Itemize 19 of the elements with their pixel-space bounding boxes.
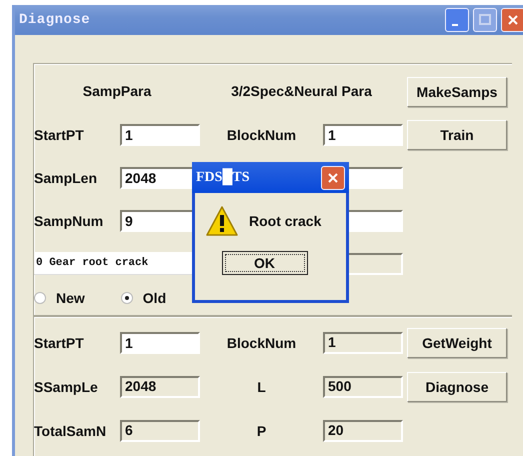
- field-label: SampLen: [34, 170, 98, 186]
- section-heading: SampPara: [82, 82, 152, 98]
- field-label: L: [257, 379, 266, 395]
- readonly-field: 6: [120, 420, 200, 442]
- section-heading: 3/2Spec&Neural Para: [231, 82, 372, 98]
- field-label: SampNum: [34, 212, 104, 228]
- readonly-field: 2048: [120, 376, 200, 398]
- readonly-field: 500: [323, 376, 403, 398]
- readonly-field: 1: [323, 332, 403, 354]
- field-label: BlockNum: [226, 335, 296, 351]
- message-text: Root crack: [249, 213, 322, 229]
- field-label: StartPT: [34, 126, 84, 142]
- field-label: StartPT: [34, 335, 84, 351]
- window-title: Diagnose: [19, 12, 92, 28]
- field-label: P: [256, 423, 266, 439]
- field-label: SSampLe: [34, 379, 98, 395]
- field-label: BlockNum: [226, 126, 296, 142]
- readonly-field: 20: [323, 420, 403, 442]
- field-label: TotalSamN: [34, 423, 106, 439]
